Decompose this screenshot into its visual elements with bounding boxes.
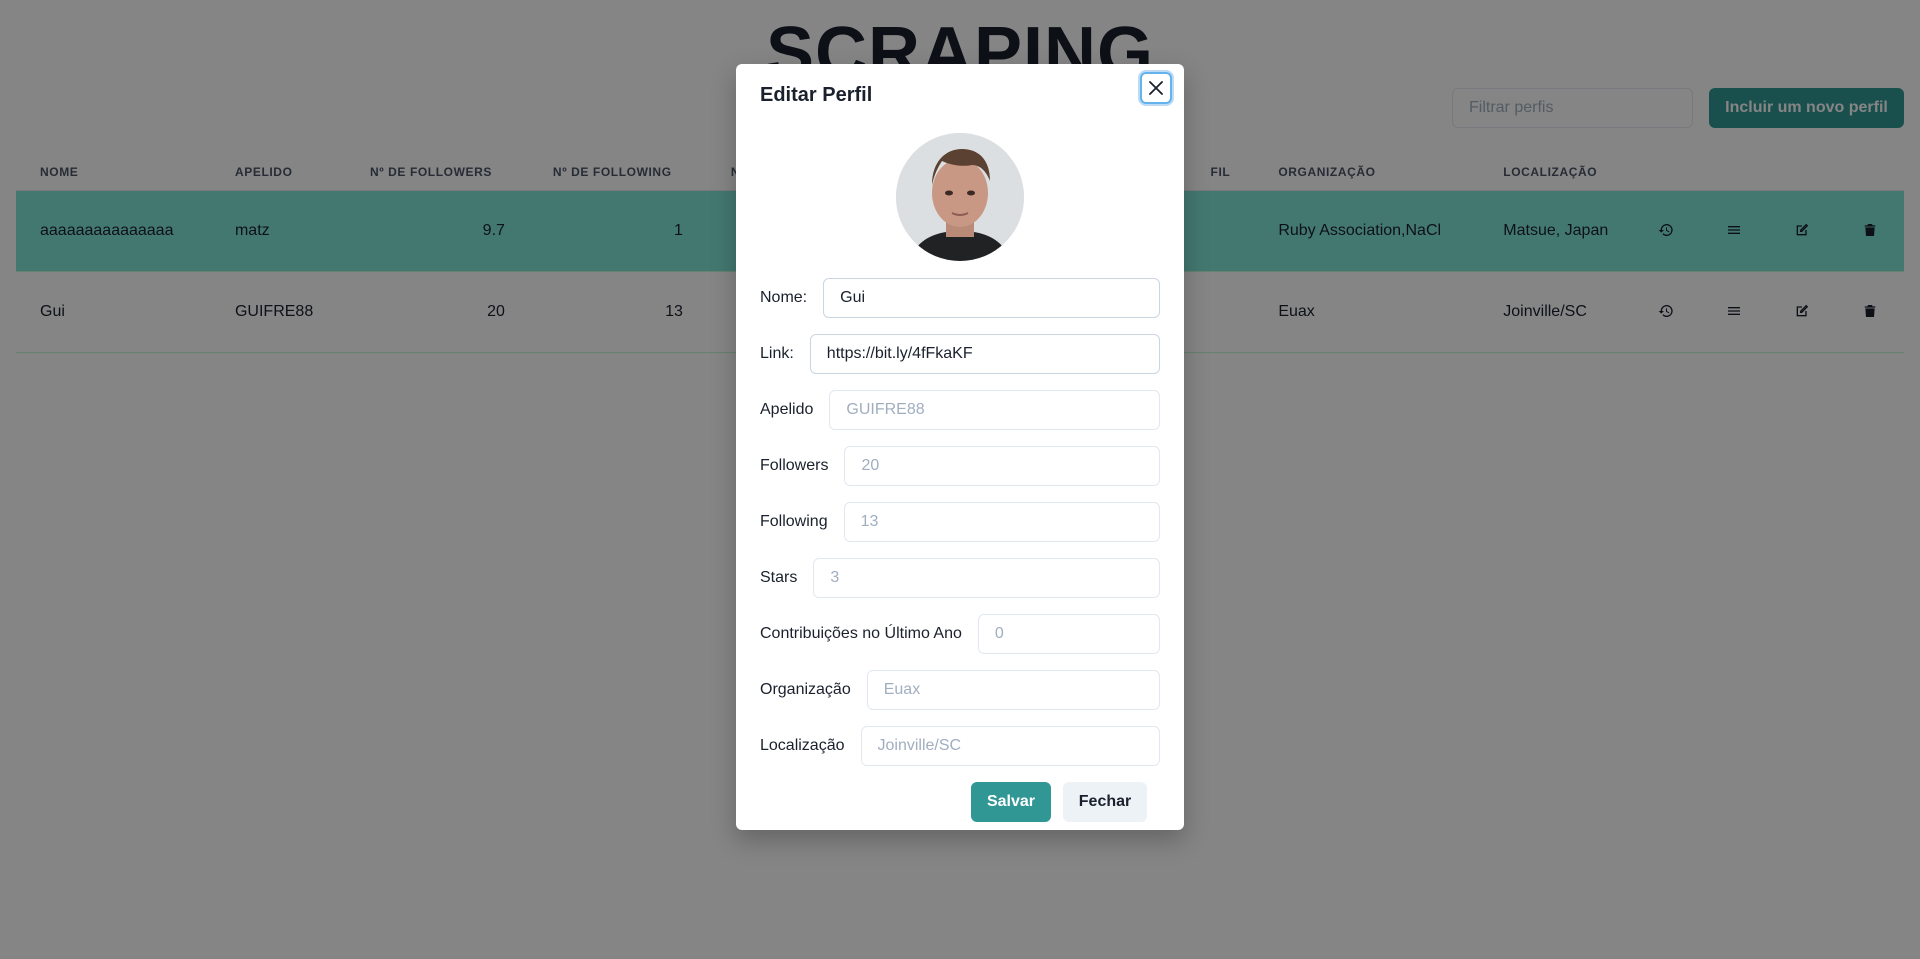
field-stars: Stars	[760, 558, 1160, 598]
field-localizacao: Localização	[760, 726, 1160, 766]
field-following: Following	[760, 502, 1160, 542]
nome-label: Nome:	[760, 289, 808, 306]
apelido-label: Apelido	[760, 401, 814, 418]
contribuicoes-label: Contribuições no Último Ano	[760, 625, 962, 642]
modal-title: Editar Perfil	[760, 84, 873, 106]
organizacao-input[interactable]	[866, 670, 1160, 710]
field-link: Link:	[760, 334, 1160, 374]
field-followers: Followers	[760, 446, 1160, 486]
following-input[interactable]	[843, 502, 1160, 542]
field-apelido: Apelido	[760, 390, 1160, 430]
avatar-photo	[896, 133, 1024, 261]
link-input[interactable]	[809, 334, 1160, 374]
edit-profile-dialog: Editar Perfil Nome: Link: Apelido Follow…	[736, 64, 1184, 830]
following-label: Following	[760, 513, 828, 530]
close-button[interactable]	[1140, 72, 1172, 104]
contribuicoes-input[interactable]	[977, 614, 1160, 654]
followers-label: Followers	[760, 457, 829, 474]
field-contribuicoes: Contribuições no Último Ano	[760, 614, 1160, 654]
field-organizacao: Organização	[760, 670, 1160, 710]
nome-input[interactable]	[823, 278, 1160, 318]
stars-label: Stars	[760, 569, 798, 586]
organizacao-label: Organização	[760, 681, 851, 698]
avatar	[896, 133, 1024, 261]
stars-input[interactable]	[813, 558, 1160, 598]
close-icon	[1149, 81, 1163, 95]
localizacao-input[interactable]	[860, 726, 1160, 766]
followers-input[interactable]	[844, 446, 1160, 486]
close-footer-button[interactable]: Fechar	[1063, 782, 1147, 822]
apelido-input[interactable]	[829, 390, 1160, 430]
localizacao-label: Localização	[760, 737, 845, 754]
field-nome: Nome:	[760, 278, 1160, 318]
link-label: Link:	[760, 345, 794, 362]
save-button[interactable]: Salvar	[971, 782, 1051, 822]
